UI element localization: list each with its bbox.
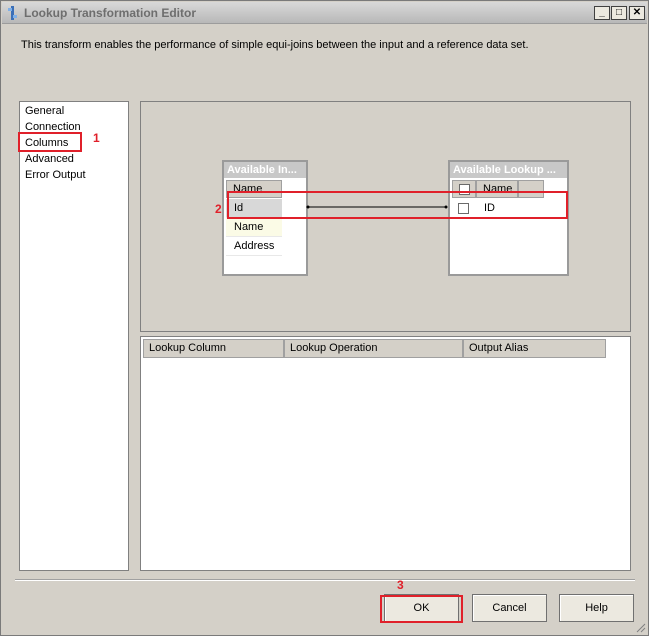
nav-item-error-output[interactable]: Error Output — [25, 169, 86, 181]
grid-header-lookup-column[interactable]: Lookup Column — [143, 339, 284, 358]
title-bar[interactable]: Lookup Transformation Editor _ □ ✕ — [2, 2, 647, 24]
help-button[interactable]: Help — [559, 594, 634, 622]
annotation-box-3 — [380, 595, 463, 623]
annotation-box-1 — [18, 132, 82, 152]
annotation-box-2 — [227, 191, 568, 219]
lookup-columns-grid[interactable]: Lookup Column Lookup Operation Output Al… — [140, 336, 631, 571]
grid-header-output-alias[interactable]: Output Alias — [463, 339, 606, 358]
description-text: This transform enables the performance o… — [21, 39, 529, 51]
annotation-number-3: 3 — [397, 578, 404, 592]
footer-separator — [15, 579, 635, 581]
minimize-icon[interactable]: _ — [594, 6, 610, 20]
annotation-number-2: 2 — [215, 202, 222, 216]
resize-grip-icon[interactable] — [634, 621, 646, 633]
dialog-window: Lookup Transformation Editor _ □ ✕ This … — [0, 0, 649, 636]
cancel-button[interactable]: Cancel — [472, 594, 547, 622]
nav-item-advanced[interactable]: Advanced — [25, 153, 74, 165]
nav-item-general[interactable]: General — [25, 105, 64, 117]
page-navigation: General Connection Columns Advanced Erro… — [19, 101, 129, 571]
grid-header-lookup-operation[interactable]: Lookup Operation — [284, 339, 463, 358]
maximize-icon[interactable]: □ — [611, 6, 627, 20]
window-title: Lookup Transformation Editor — [24, 6, 197, 20]
annotation-number-1: 1 — [93, 131, 100, 145]
close-icon[interactable]: ✕ — [629, 6, 645, 20]
lookup-transform-icon — [8, 6, 17, 20]
